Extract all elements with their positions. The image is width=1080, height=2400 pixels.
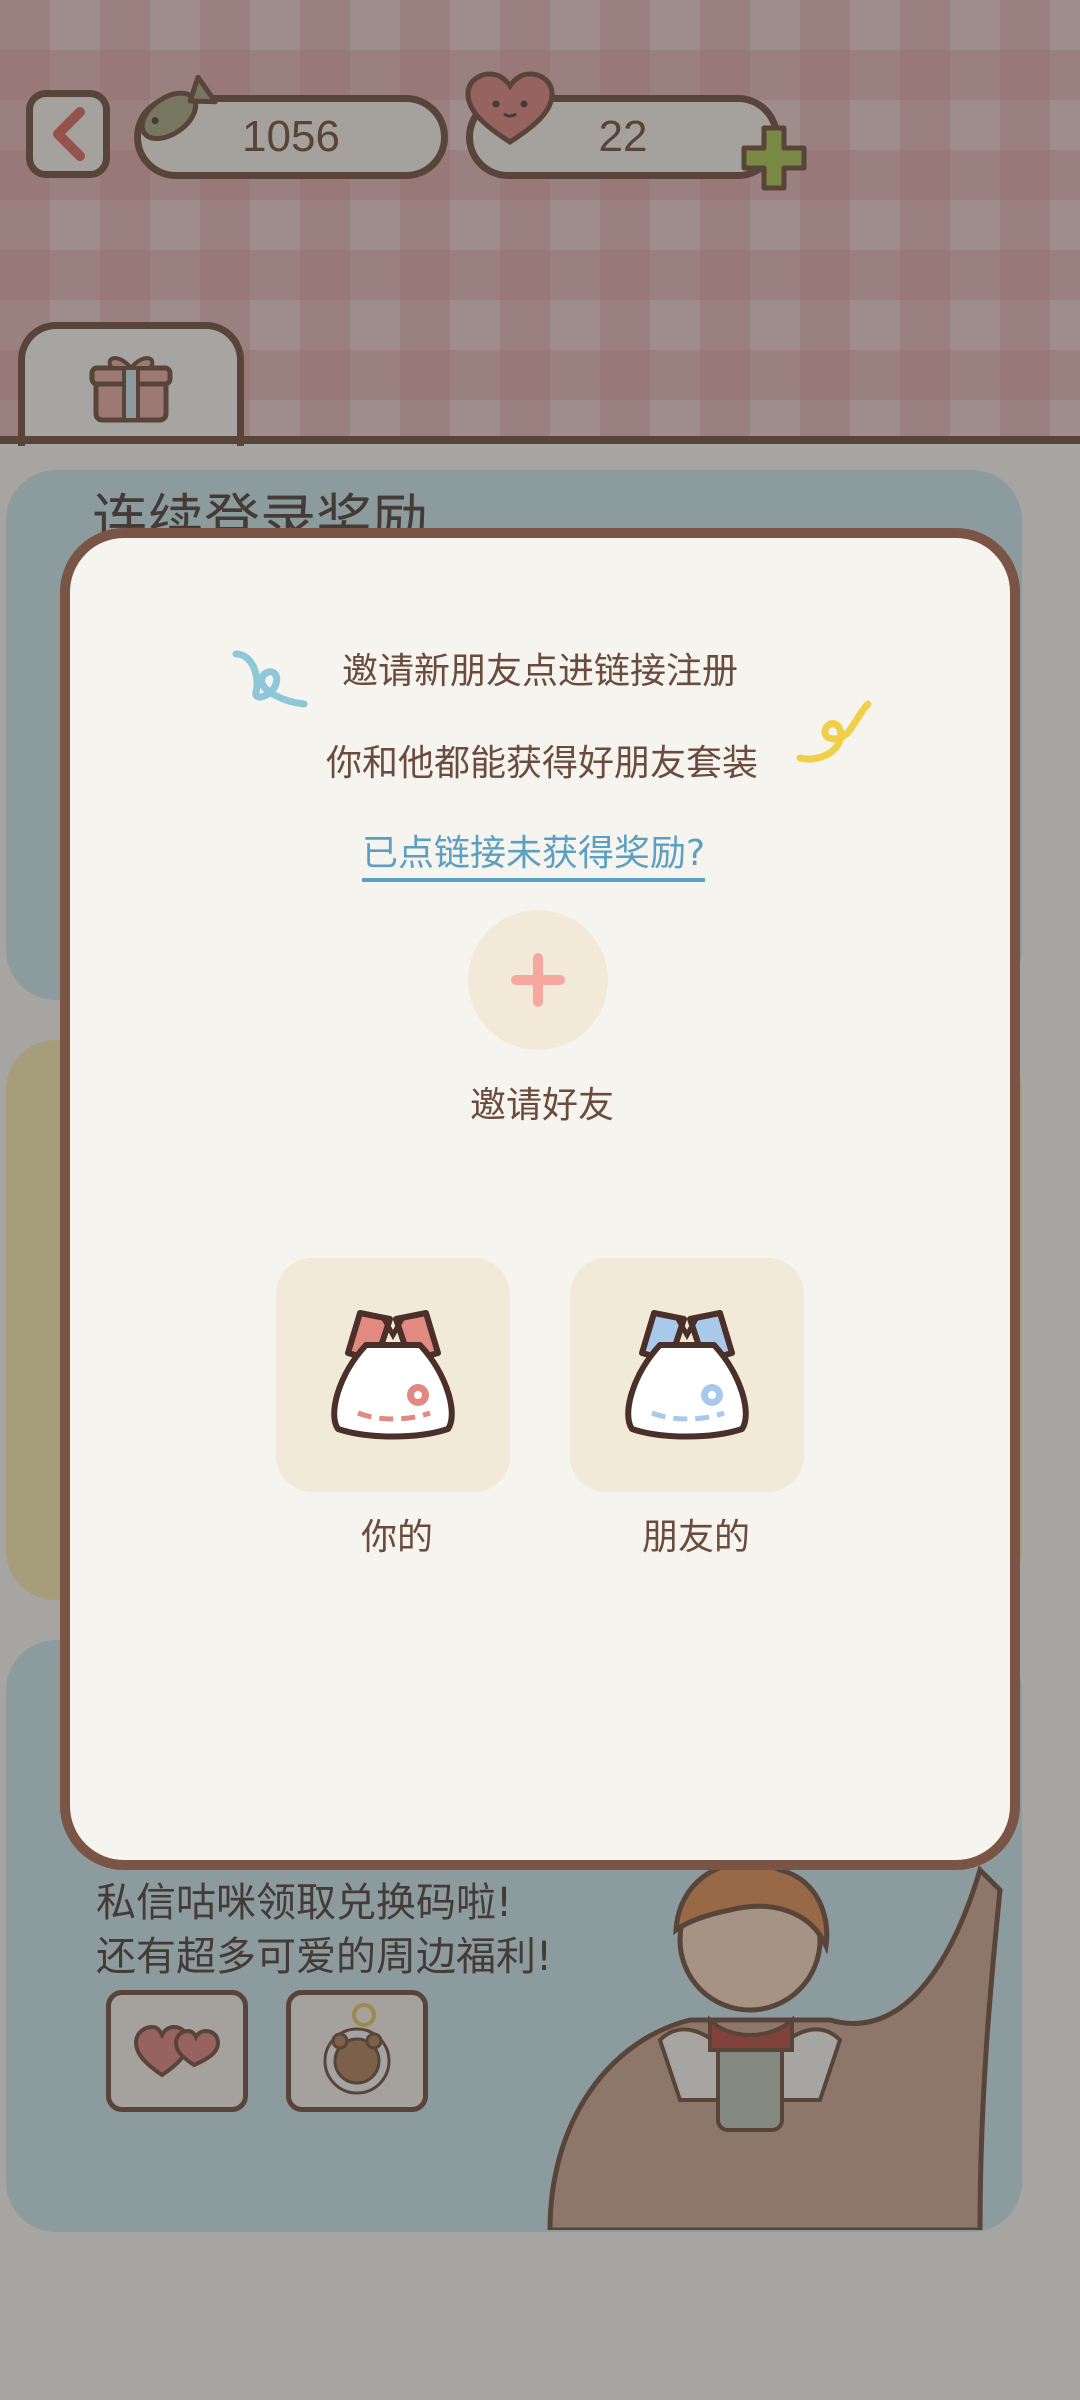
reward-outfit-friend[interactable] [570,1258,804,1492]
invite-friend-dialog [60,528,1020,1870]
blue-squiggle-decoration [232,650,308,708]
reward-outfit-yours[interactable] [276,1258,510,1492]
yellow-squiggle-decoration [796,700,872,763]
reward-not-received-link[interactable]: 已点链接未获得奖励? [362,824,706,882]
invite-friend-button[interactable] [468,910,608,1050]
invite-friend-label: 邀请好友 [470,1085,615,1126]
invite-description-line-2: 你和他都能获得好朋友套装 [326,743,759,784]
pink-dress-icon [331,1310,455,1440]
invite-description-line-1: 邀请新朋友点进链接注册 [342,651,739,692]
blue-dress-icon [625,1310,749,1440]
reward-label-friend: 朋友的 [642,1517,751,1558]
plus-icon [511,953,565,1007]
reward-label-yours: 你的 [361,1517,434,1558]
